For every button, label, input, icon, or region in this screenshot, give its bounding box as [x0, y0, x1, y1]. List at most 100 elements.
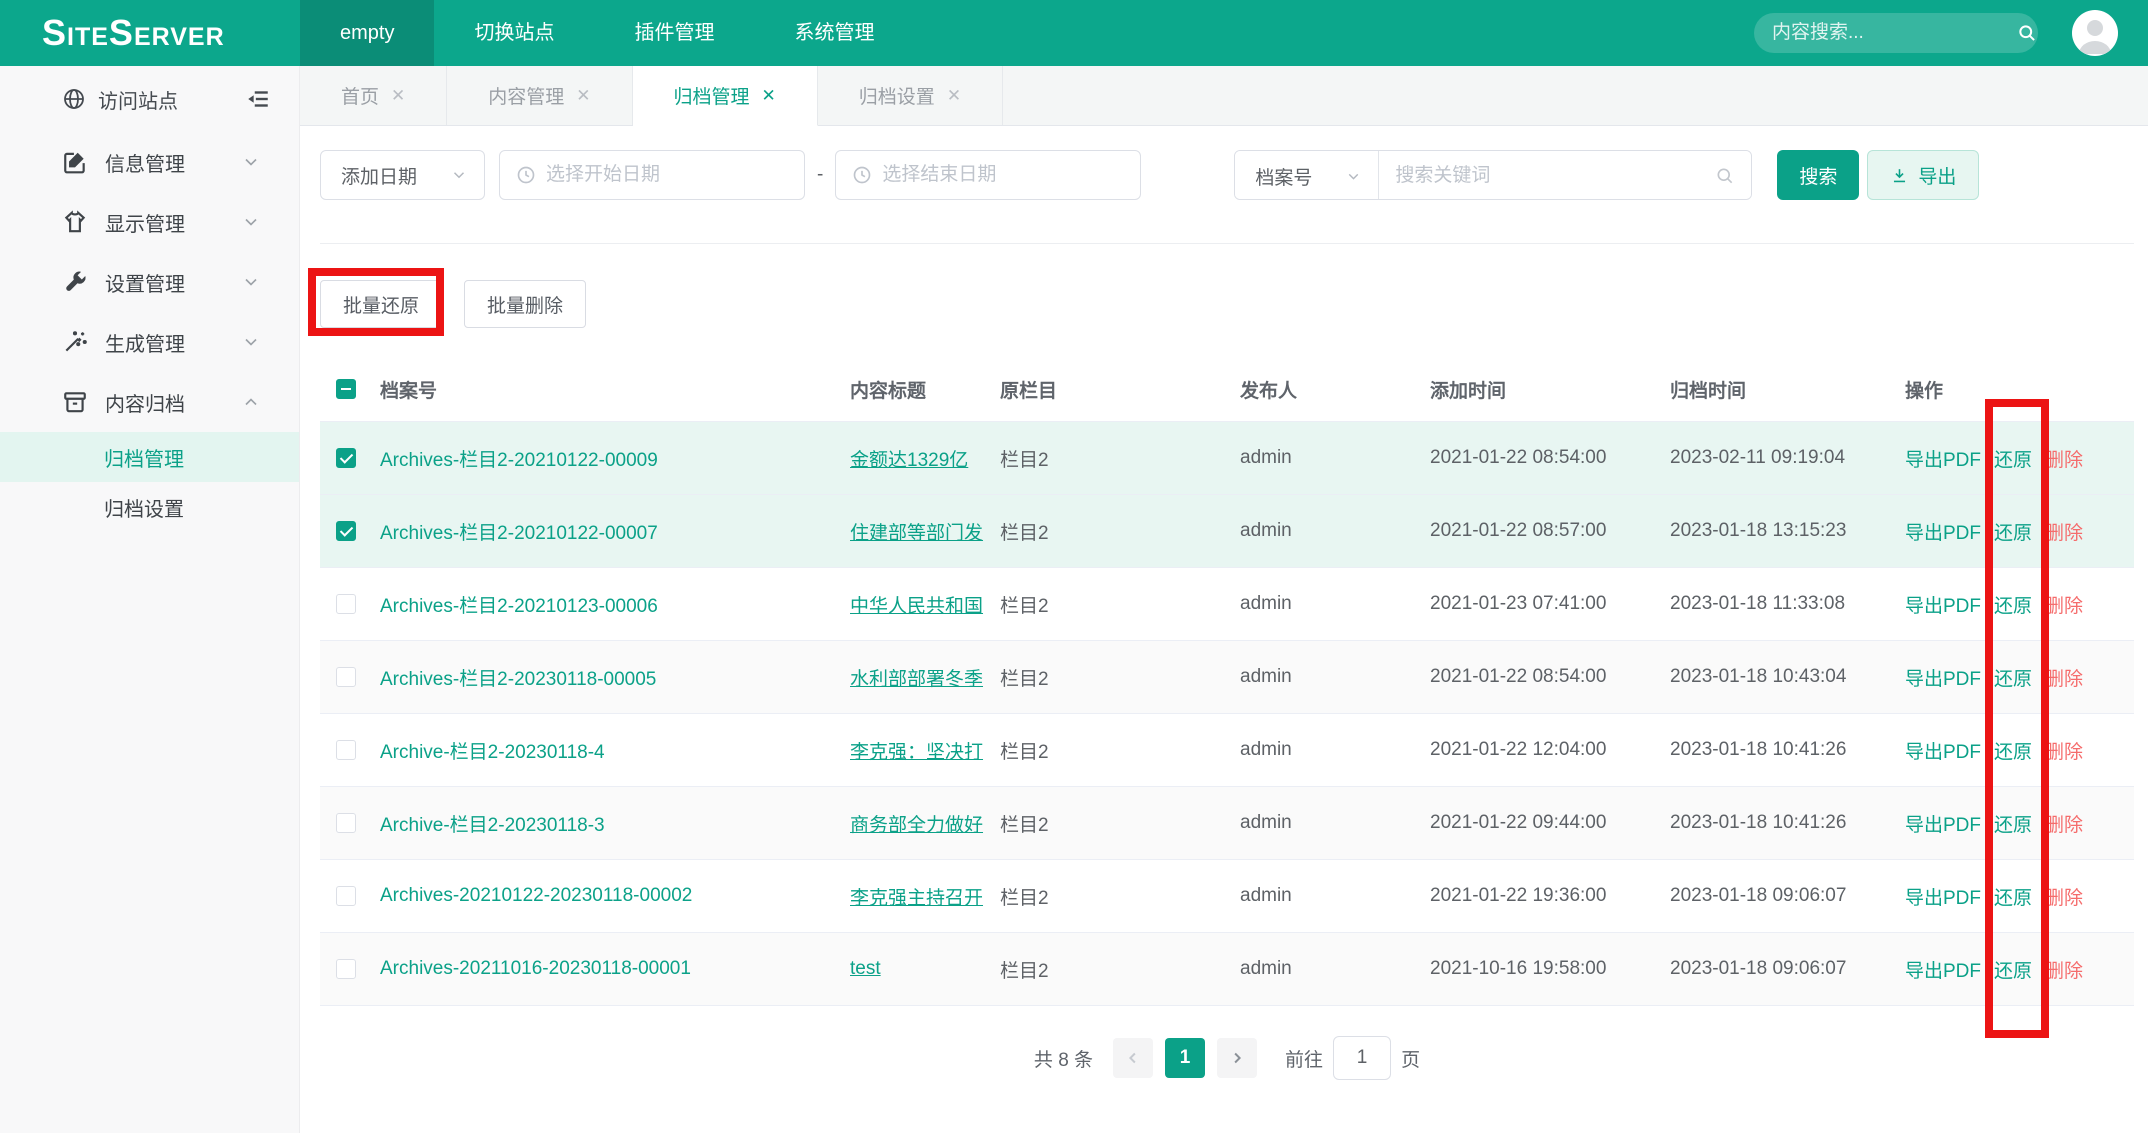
export-pdf-link[interactable]: 导出PDF [1905, 518, 1981, 545]
tab-content-management[interactable]: 内容管理✕ [447, 66, 632, 125]
archive-no-link[interactable]: Archives-栏目2-20210122-00009 [380, 450, 658, 471]
delete-link[interactable]: 删除 [2045, 664, 2083, 691]
start-date-picker[interactable] [499, 150, 805, 200]
export-pdf-link[interactable]: 导出PDF [1905, 591, 1981, 618]
content-search-box[interactable] [1754, 13, 2038, 53]
content-title-link[interactable]: 中华人民共和国 [850, 596, 983, 617]
archive-no-link[interactable]: Archives-栏目2-20210123-00006 [380, 596, 658, 617]
sidebar-item-display-management[interactable]: 显示管理 [0, 192, 299, 252]
delete-link[interactable]: 删除 [2045, 810, 2083, 837]
tab-home[interactable]: 首页✕ [300, 66, 447, 125]
page-number-current[interactable]: 1 [1165, 1038, 1205, 1078]
batch-restore-button[interactable]: 批量还原 [320, 280, 442, 328]
search-field-select[interactable]: 档案号 [1235, 151, 1379, 200]
close-icon[interactable]: ✕ [762, 86, 776, 106]
date-type-select[interactable]: 添加日期 [320, 150, 485, 200]
delete-link[interactable]: 删除 [2045, 445, 2083, 472]
close-icon[interactable]: ✕ [391, 86, 405, 106]
nav-item-system-management[interactable]: 系统管理 [754, 0, 914, 66]
content-title-link[interactable]: 金额达1329亿 [850, 450, 968, 471]
row-checkbox[interactable] [336, 448, 356, 468]
keyword-input[interactable] [1395, 165, 1715, 187]
archive-no-link[interactable]: Archives-20211016-20230118-00001 [380, 958, 691, 979]
end-date-input[interactable] [882, 164, 1124, 186]
operations-cell: 导出PDF 还原 删除 [1905, 664, 2134, 691]
export-pdf-link[interactable]: 导出PDF [1905, 956, 1981, 983]
archive-no-link[interactable]: Archives-栏目2-20210122-00007 [380, 523, 658, 544]
archive-no-link[interactable]: Archive-栏目2-20230118-4 [380, 742, 605, 763]
sidebar-item-content-archive[interactable]: 内容归档 [0, 372, 299, 432]
added-time-cell: 2021-10-16 19:58:00 [1430, 958, 1670, 980]
content-title-link[interactable]: 李克强：坚决打 [850, 742, 983, 763]
search-icon[interactable] [2017, 23, 2037, 43]
close-icon[interactable]: ✕ [947, 86, 961, 106]
user-avatar[interactable] [2072, 10, 2118, 56]
export-pdf-link[interactable]: 导出PDF [1905, 883, 1981, 910]
restore-link[interactable]: 还原 [1994, 737, 2032, 764]
archive-no-link[interactable]: Archive-栏目2-20230118-3 [380, 815, 605, 836]
content-search-input[interactable] [1772, 22, 2017, 44]
nav-item-site-empty[interactable]: empty [300, 0, 434, 66]
export-pdf-link[interactable]: 导出PDF [1905, 664, 1981, 691]
clock-icon [852, 165, 872, 185]
keyword-input-box[interactable] [1379, 151, 1751, 200]
sidebar-item-visit-site[interactable]: 访问站点 [0, 66, 299, 132]
archive-no-link[interactable]: Archives-栏目2-20230118-00005 [380, 669, 656, 690]
edit-icon [62, 149, 88, 175]
export-pdf-link[interactable]: 导出PDF [1905, 810, 1981, 837]
column-header-title: 内容标题 [850, 376, 1000, 403]
archived-time-cell: 2023-01-18 09:06:07 [1670, 885, 1905, 907]
select-all-checkbox[interactable] [336, 379, 356, 399]
next-page-button[interactable] [1217, 1038, 1257, 1078]
restore-link[interactable]: 还原 [1994, 883, 2032, 910]
nav-item-switch-site[interactable]: 切换站点 [434, 0, 594, 66]
prev-page-button[interactable] [1113, 1038, 1153, 1078]
row-checkbox[interactable] [336, 594, 356, 614]
sidebar-item-settings-management[interactable]: 设置管理 [0, 252, 299, 312]
batch-delete-button[interactable]: 批量删除 [464, 280, 586, 328]
tab-archive-management[interactable]: 归档管理✕ [633, 66, 818, 126]
delete-link[interactable]: 删除 [2045, 956, 2083, 983]
row-checkbox[interactable] [336, 740, 356, 760]
content-title-link[interactable]: 住建部等部门发 [850, 523, 983, 544]
export-button[interactable]: 导出 [1867, 150, 1979, 200]
sidebar-item-archive-settings[interactable]: 归档设置 [0, 482, 299, 532]
archive-no-link[interactable]: Archives-20210122-20230118-00002 [380, 885, 692, 906]
search-button[interactable]: 搜索 [1777, 150, 1859, 200]
content-title-link[interactable]: 水利部部署冬季 [850, 669, 983, 690]
restore-link[interactable]: 还原 [1994, 956, 2032, 983]
publisher-cell: admin [1240, 447, 1430, 469]
sidebar-item-info-management[interactable]: 信息管理 [0, 132, 299, 192]
content-title-link[interactable]: 商务部全力做好 [850, 815, 983, 836]
export-pdf-link[interactable]: 导出PDF [1905, 737, 1981, 764]
start-date-input[interactable] [546, 164, 788, 186]
end-date-picker[interactable] [835, 150, 1141, 200]
nav-item-plugin-management[interactable]: 插件管理 [594, 0, 754, 66]
content-title-link[interactable]: test [850, 958, 881, 979]
download-icon [1890, 166, 1909, 185]
sidebar-item-archive-management[interactable]: 归档管理 [0, 432, 299, 482]
goto-page-input[interactable] [1333, 1036, 1391, 1080]
sidebar: 访问站点 信息管理 显示管理 设置管理 [0, 66, 300, 1133]
row-checkbox[interactable] [336, 959, 356, 979]
delete-link[interactable]: 删除 [2045, 518, 2083, 545]
delete-link[interactable]: 删除 [2045, 591, 2083, 618]
row-checkbox[interactable] [336, 667, 356, 687]
delete-link[interactable]: 删除 [2045, 737, 2083, 764]
delete-link[interactable]: 删除 [2045, 883, 2083, 910]
content-title-link[interactable]: 李克强主持召开 [850, 888, 983, 909]
sidebar-collapse-icon[interactable] [245, 86, 271, 112]
restore-link[interactable]: 还原 [1994, 810, 2032, 837]
restore-link[interactable]: 还原 [1994, 664, 2032, 691]
tab-archive-settings[interactable]: 归档设置✕ [818, 66, 1003, 125]
row-checkbox[interactable] [336, 813, 356, 833]
export-pdf-link[interactable]: 导出PDF [1905, 445, 1981, 472]
restore-link[interactable]: 还原 [1994, 518, 2032, 545]
restore-link[interactable]: 还原 [1994, 591, 2032, 618]
siteserver-logo[interactable]: SITESERVER [0, 12, 300, 54]
close-icon[interactable]: ✕ [576, 86, 590, 106]
row-checkbox[interactable] [336, 521, 356, 541]
row-checkbox[interactable] [336, 886, 356, 906]
restore-link[interactable]: 还原 [1994, 445, 2032, 472]
sidebar-item-generate-management[interactable]: 生成管理 [0, 312, 299, 372]
